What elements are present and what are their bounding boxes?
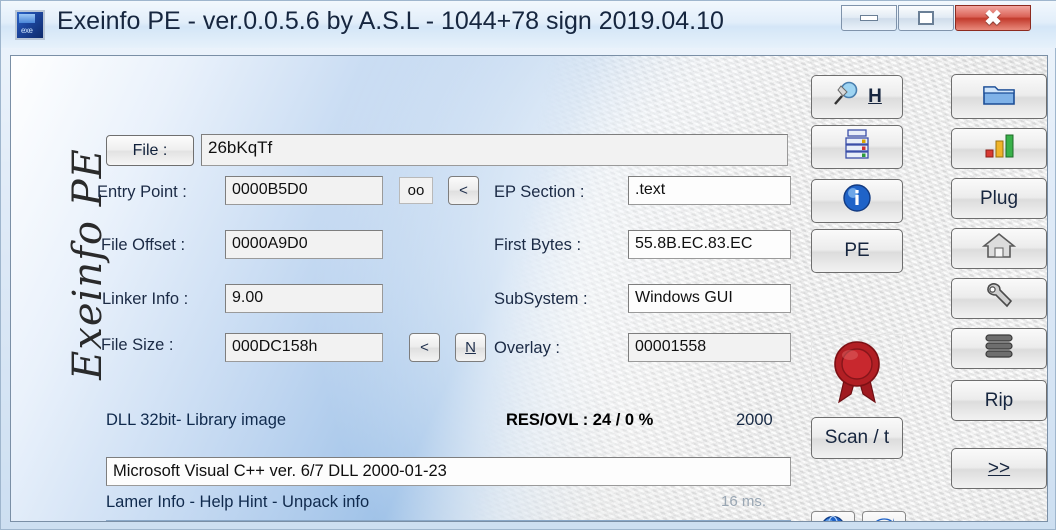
- file-size-label: File Size :: [101, 336, 174, 354]
- title-bar[interactable]: exe Exeinfo PE - ver.0.0.5.6 by A.S.L - …: [1, 1, 1056, 48]
- application-window: exe Exeinfo PE - ver.0.0.5.6 by A.S.L - …: [0, 0, 1056, 530]
- ep-section-field[interactable]: .text: [628, 176, 791, 205]
- overlay-label: Overlay :: [494, 339, 561, 357]
- refresh-icon: [871, 515, 897, 521]
- refresh-button[interactable]: [862, 511, 906, 521]
- subsystem-field[interactable]: Windows GUI: [628, 284, 791, 313]
- first-bytes-field[interactable]: 55.8B.EC.83.EC: [628, 230, 791, 259]
- app-icon-glint: [19, 14, 35, 23]
- tools-button[interactable]: [951, 278, 1047, 319]
- file-size-back-button[interactable]: <: [409, 333, 440, 362]
- file-offset-field[interactable]: 0000A9D0: [225, 230, 383, 259]
- web-button[interactable]: [811, 511, 855, 521]
- more-button[interactable]: >>: [951, 448, 1047, 489]
- client-area: Exeinfo PE File : 26bKqTf Entry Point : …: [10, 55, 1048, 522]
- folder-icon: [982, 81, 1016, 113]
- close-button[interactable]: ✖: [955, 5, 1031, 31]
- sections-icon: [840, 129, 874, 165]
- file-button[interactable]: File :: [106, 135, 194, 166]
- entry-point-back-button[interactable]: <: [448, 176, 479, 205]
- image-type-text: DLL 32bit- Library image: [106, 411, 287, 429]
- scan-t-button[interactable]: Scan / t: [811, 417, 903, 459]
- file-size-n-label: N: [465, 339, 476, 356]
- scan-time-text: 16 ms.: [721, 493, 767, 510]
- globe-icon: [820, 515, 846, 521]
- home-icon: [981, 232, 1017, 266]
- magnifier-icon: [832, 81, 860, 113]
- file-size-field[interactable]: 000DC158h: [225, 333, 383, 362]
- file-offset-label: File Offset :: [101, 236, 186, 254]
- info-icon: [842, 183, 872, 219]
- graph-button[interactable]: [951, 128, 1047, 169]
- rip-button[interactable]: Rip: [951, 380, 1047, 421]
- rip-label: Rip: [984, 389, 1014, 411]
- file-path-field[interactable]: 26bKqTf: [201, 134, 788, 166]
- open-folder-button[interactable]: [951, 74, 1047, 119]
- file-size-n-button[interactable]: N: [455, 333, 486, 362]
- window-title: Exeinfo PE - ver.0.0.5.6 by A.S.L - 1044…: [57, 7, 724, 35]
- info-button[interactable]: [811, 179, 903, 223]
- scan-t-label: Scan / t: [824, 427, 890, 448]
- first-bytes-label: First Bytes :: [494, 236, 582, 254]
- linker-info-field[interactable]: 9.00: [225, 284, 383, 313]
- linker-info-label: Linker Info :: [102, 290, 189, 308]
- app-icon-badge: exe: [21, 26, 33, 35]
- plug-button[interactable]: Plug: [951, 178, 1047, 219]
- certificate-icon: [825, 336, 889, 411]
- certificate-button[interactable]: [811, 334, 903, 412]
- minimize-icon: [860, 15, 878, 21]
- subsystem-label: SubSystem :: [494, 290, 588, 308]
- search-hex-label: H: [868, 86, 882, 107]
- maximize-icon: [918, 11, 934, 25]
- search-hex-button[interactable]: H: [811, 75, 903, 119]
- entry-point-label: Entry Point :: [97, 183, 187, 201]
- file-button-label: File :: [132, 141, 168, 159]
- layers-button[interactable]: [951, 328, 1047, 369]
- plug-text: Plug: [979, 187, 1019, 209]
- pe-button[interactable]: PE: [811, 229, 903, 273]
- detection-result-field[interactable]: Microsoft Visual C++ ver. 6/7 DLL 2000-0…: [106, 457, 791, 486]
- home-button[interactable]: [951, 228, 1047, 269]
- app-icon: exe: [15, 10, 45, 40]
- wrench-icon: [983, 282, 1015, 316]
- unpack-hint-field[interactable]: Not packed , try OllyDbg v2 - www.ollydb…: [106, 520, 791, 521]
- res-ovl-text: RES/OVL : 24 / 0 %: [506, 411, 654, 429]
- close-icon: ✖: [984, 6, 1002, 30]
- overlay-field[interactable]: 00001558: [628, 333, 791, 362]
- layers-icon: [982, 332, 1016, 366]
- pe-label: PE: [844, 240, 870, 261]
- compile-year-text: 2000: [736, 411, 773, 429]
- ep-section-label: EP Section :: [494, 183, 585, 201]
- lamer-info-text: Lamer Info - Help Hint - Unpack info: [106, 493, 370, 511]
- plug-label: Plug: [980, 188, 1018, 210]
- more-label: >>: [987, 457, 1011, 479]
- entry-point-oo-field: oo: [399, 177, 433, 204]
- minimize-button[interactable]: [841, 5, 897, 31]
- entry-point-field[interactable]: 0000B5D0: [225, 176, 383, 205]
- bar-chart-icon: [983, 133, 1015, 165]
- sections-button[interactable]: [811, 125, 903, 169]
- maximize-button[interactable]: [898, 5, 954, 31]
